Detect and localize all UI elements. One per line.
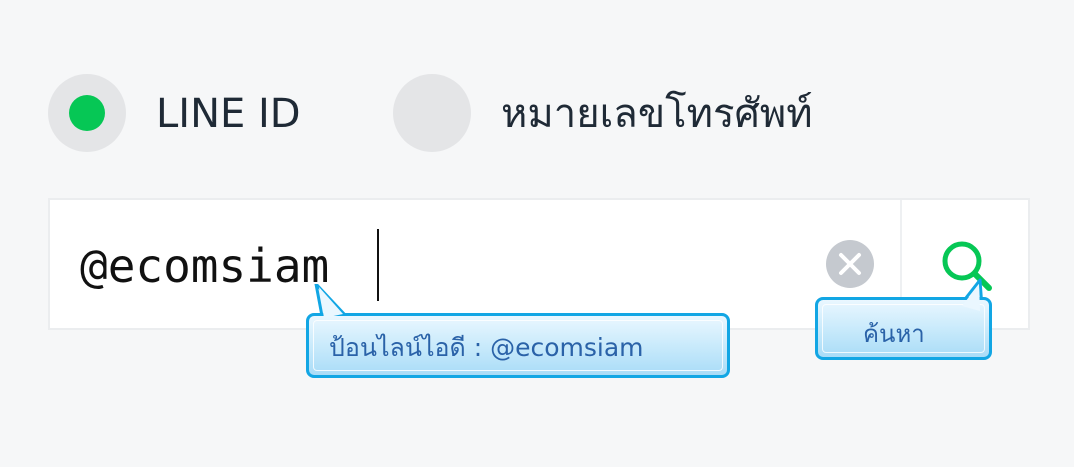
clear-button[interactable] xyxy=(826,240,874,288)
radio-phone-number-label[interactable]: หมายเลขโทรศัพท์ xyxy=(501,90,813,138)
page: { "radio_options": [ {"label": "LINE ID"… xyxy=(0,0,1074,467)
input-tooltip-text: ป้อนไลน์ไอดี : @ecomsiam xyxy=(329,333,644,362)
text-caret xyxy=(377,229,379,301)
input-tooltip: ป้อนไลน์ไอดี : @ecomsiam xyxy=(306,313,730,378)
search-tooltip-tail-cover xyxy=(962,284,980,311)
radio-phone-number[interactable] xyxy=(393,74,471,152)
radio-selected-dot xyxy=(69,95,105,131)
radio-line-id-label[interactable]: LINE ID xyxy=(156,90,301,138)
radio-line-id[interactable] xyxy=(48,74,126,152)
line-id-search-input[interactable] xyxy=(80,236,640,296)
clear-icon xyxy=(839,253,861,275)
search-tooltip-text: ค้นหา xyxy=(863,320,925,348)
input-tooltip-tail-cover xyxy=(319,287,343,318)
search-type-radio-group: LINE ID หมายเลขโทรศัพท์ xyxy=(48,74,1038,154)
